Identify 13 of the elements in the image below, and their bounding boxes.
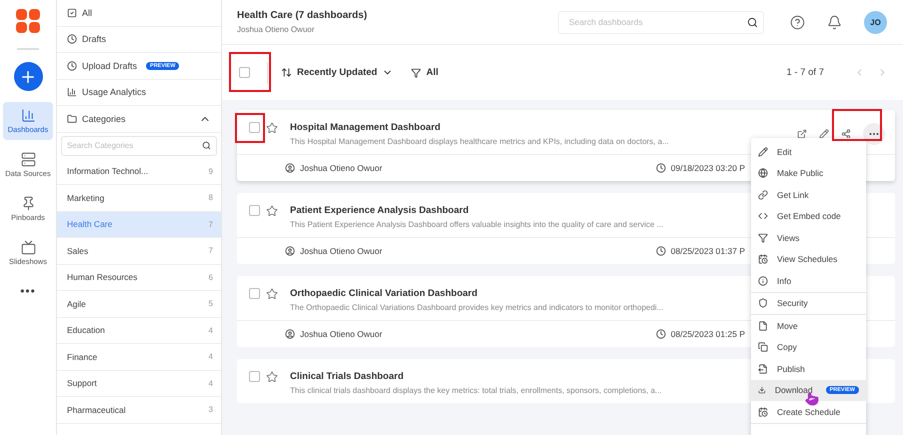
updated-date: 09/18/2023 03:20 P xyxy=(670,163,745,173)
pagination-label: 1 - 7 of 7 xyxy=(786,67,824,78)
dashboard-description: The Orthopaedic Clinical Variations Dashboard provides key metrics and indicators to monitor orthopedi... xyxy=(290,303,664,312)
owner-name: Joshua Otieno Owuor xyxy=(300,329,382,339)
page-subtitle: Joshua Otieno Owuor xyxy=(237,25,316,34)
dashboard-description: This clinical trials dashboard displays the key metrics: total trials, enrollments, sponsors, completions, a... xyxy=(290,386,662,395)
owner-name: Joshua Otieno Owuor xyxy=(300,163,382,173)
updated-date: 08/25/2023 01:37 P xyxy=(670,246,745,256)
updated-date: 08/25/2023 01:25 P xyxy=(670,329,745,339)
dashboard-description: This Patient Experience Analysis Dashboard offers valuable insights into the quality of care and service ... xyxy=(290,220,664,229)
owner-name: Joshua Otieno Owuor xyxy=(300,246,382,256)
page-title: Health Care (7 dashboards) xyxy=(237,10,368,21)
dashboard-description: This Hospital Management Dashboard displays healthcare metrics and KPIs, including data on doctors, a... xyxy=(290,137,669,146)
